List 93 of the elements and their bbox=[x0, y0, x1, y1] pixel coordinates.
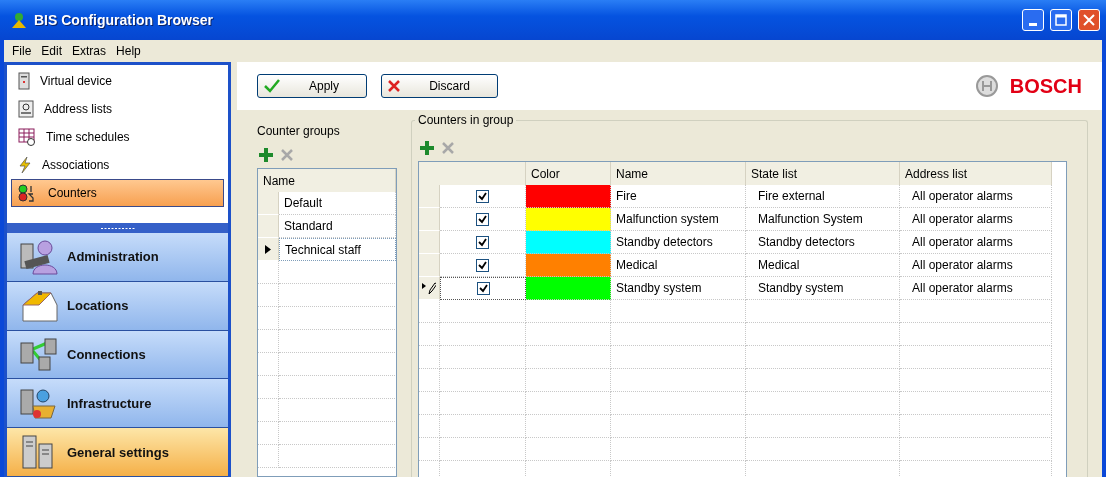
color-swatch[interactable] bbox=[526, 277, 611, 300]
sidebar-item[interactable]: Counters bbox=[11, 179, 224, 207]
empty-cell bbox=[419, 346, 440, 369]
check-icon bbox=[264, 79, 280, 93]
table-cell: Standby detectors bbox=[746, 231, 900, 254]
column-header[interactable]: Address list bbox=[900, 162, 1052, 188]
app-logo-icon bbox=[10, 11, 28, 29]
table-cell: All operator alarms bbox=[900, 254, 1052, 277]
sidebar-item[interactable]: Time schedules bbox=[11, 123, 224, 151]
discard-button[interactable]: Discard bbox=[381, 74, 498, 98]
table-cell: All operator alarms bbox=[900, 277, 1052, 300]
nav-section-button[interactable]: Infrastructure bbox=[7, 379, 228, 429]
row-header[interactable] bbox=[419, 277, 440, 300]
current-row-icon bbox=[265, 244, 271, 254]
menu-item[interactable]: Extras bbox=[68, 44, 111, 58]
admin-person-icon bbox=[19, 237, 59, 276]
empty-cell bbox=[419, 323, 440, 346]
table-cell[interactable]: Default bbox=[279, 192, 396, 215]
nav-section-button[interactable]: Locations bbox=[7, 281, 228, 331]
minimize-icon bbox=[1029, 22, 1037, 26]
address-card-icon bbox=[18, 100, 34, 118]
table-cell: Standby system bbox=[746, 277, 900, 300]
calendar-icon bbox=[18, 128, 36, 146]
table-cell: Standby system bbox=[611, 277, 746, 300]
maximize-icon bbox=[1055, 14, 1067, 26]
empty-cell bbox=[419, 369, 440, 392]
column-header[interactable]: Name bbox=[258, 169, 396, 195]
delete-icon[interactable] bbox=[442, 142, 454, 154]
menu-item[interactable]: Edit bbox=[37, 44, 67, 58]
empty-cell bbox=[258, 353, 279, 376]
delete-icon[interactable] bbox=[281, 149, 293, 161]
close-icon bbox=[1083, 14, 1095, 26]
empty-cell bbox=[258, 284, 279, 307]
infrastructure-icon bbox=[19, 386, 59, 421]
menu-item[interactable]: File bbox=[8, 44, 36, 58]
device-icon bbox=[18, 72, 30, 90]
brand-logo: BOSCH bbox=[975, 74, 1082, 98]
row-header[interactable] bbox=[258, 238, 279, 261]
checkbox[interactable] bbox=[476, 235, 489, 249]
close-button[interactable] bbox=[1078, 9, 1100, 31]
sidebar-item[interactable]: Associations bbox=[11, 151, 224, 179]
nav-section-button[interactable]: Connections bbox=[7, 330, 228, 380]
table-cell: Malfunction system bbox=[611, 208, 746, 231]
empty-cell bbox=[258, 445, 279, 468]
house-icon bbox=[19, 288, 59, 323]
column-header[interactable]: State list bbox=[746, 162, 900, 188]
empty-cell bbox=[258, 330, 279, 353]
table-cell: All operator alarms bbox=[900, 231, 1052, 254]
table-cell: Fire external bbox=[746, 185, 900, 208]
checkbox[interactable] bbox=[476, 212, 489, 226]
edit-pencil-icon bbox=[422, 281, 436, 295]
table-cell: Malfunction System bbox=[746, 208, 900, 231]
sidebar-item[interactable]: Address lists bbox=[11, 95, 224, 123]
empty-cell bbox=[419, 415, 440, 438]
empty-cell bbox=[258, 307, 279, 330]
window-title: BIS Configuration Browser bbox=[34, 12, 214, 28]
column-header[interactable]: Color bbox=[526, 162, 611, 188]
table-cell[interactable]: Technical staff bbox=[279, 238, 396, 261]
network-servers-icon bbox=[19, 337, 59, 372]
table-cell: Medical bbox=[746, 254, 900, 277]
maximize-button[interactable] bbox=[1050, 9, 1072, 31]
empty-cell bbox=[258, 376, 279, 399]
empty-cell bbox=[258, 399, 279, 422]
splitter-handle[interactable] bbox=[7, 223, 228, 233]
lightning-icon bbox=[18, 156, 32, 174]
table-cell: Medical bbox=[611, 254, 746, 277]
column-header[interactable]: Name bbox=[611, 162, 746, 188]
color-swatch[interactable] bbox=[526, 254, 611, 277]
close-icon bbox=[388, 80, 400, 92]
empty-cell bbox=[258, 422, 279, 445]
add-icon[interactable] bbox=[420, 141, 434, 155]
menu-item[interactable]: Help bbox=[112, 44, 145, 58]
empty-cell bbox=[419, 392, 440, 415]
group-label: Counters in group bbox=[415, 113, 517, 127]
checkbox[interactable] bbox=[476, 189, 489, 203]
minimize-button[interactable] bbox=[1022, 9, 1044, 31]
table-cell: All operator alarms bbox=[900, 208, 1052, 231]
add-icon[interactable] bbox=[259, 148, 273, 162]
empty-cell bbox=[419, 438, 440, 461]
nav-section-button[interactable]: General settings bbox=[7, 428, 228, 477]
table-cell[interactable]: Standard bbox=[279, 215, 396, 238]
checkbox[interactable] bbox=[476, 258, 489, 272]
color-swatch[interactable] bbox=[526, 208, 611, 231]
table-cell: All operator alarms bbox=[900, 185, 1052, 208]
table-cell: Standby detectors bbox=[611, 231, 746, 254]
table-cell: Fire bbox=[611, 185, 746, 208]
apply-button[interactable]: Apply bbox=[257, 74, 367, 98]
color-swatch[interactable] bbox=[526, 185, 611, 208]
color-swatch[interactable] bbox=[526, 231, 611, 254]
sidebar-item[interactable]: Virtual device bbox=[11, 67, 224, 95]
nav-section-button[interactable]: Administration bbox=[7, 233, 228, 282]
checkbox[interactable] bbox=[476, 282, 490, 295]
section-label: Counter groups bbox=[257, 123, 341, 140]
